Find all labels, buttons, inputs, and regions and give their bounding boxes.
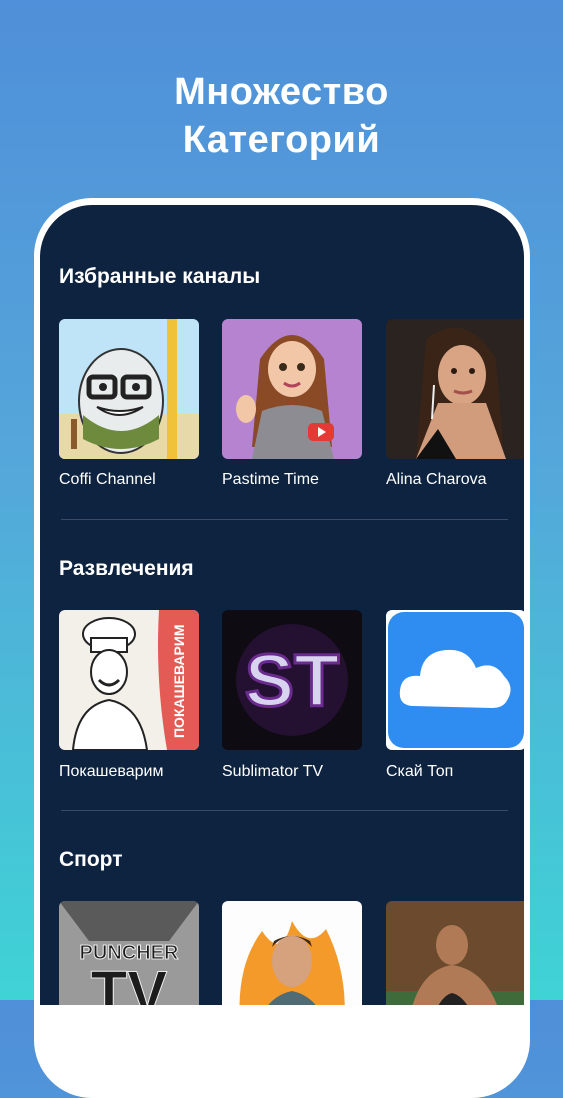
channel-thumb-gym[interactable] bbox=[386, 901, 524, 1005]
channel-name: Скай Топ bbox=[386, 763, 454, 780]
channel-thumb-coffi[interactable] bbox=[59, 319, 199, 459]
channel-name: Sublimator TV bbox=[222, 763, 324, 780]
channel-thumb-skaytop[interactable] bbox=[386, 610, 524, 750]
channel-name: Pastime Time bbox=[222, 471, 319, 488]
woman-portrait-photo bbox=[386, 319, 524, 459]
channel-thumb-alina[interactable] bbox=[386, 319, 524, 459]
channel-thumb-pokashevarim[interactable]: ПОКАШЕВАРИМ bbox=[59, 610, 199, 750]
channel-name: Coffi Channel bbox=[59, 471, 156, 488]
cloud-icon bbox=[388, 612, 524, 748]
headline-line-2: Категорий bbox=[182, 119, 381, 161]
puncher-tv-text: TV bbox=[91, 959, 168, 1005]
pokashevarim-badge-text: ПОКАШЕВАРИМ bbox=[171, 624, 187, 738]
bodybuilder-gym-photo bbox=[386, 901, 524, 1005]
channel-name: Alina Charova bbox=[386, 471, 487, 488]
channel-thumb-puncher[interactable]: PUNCHER TV bbox=[59, 901, 199, 1005]
puncher-tv-logo: PUNCHER TV bbox=[59, 901, 199, 1005]
section-title: Спорт bbox=[59, 848, 123, 871]
st-logo-text: ST bbox=[245, 639, 340, 722]
section-title: Развлечения bbox=[59, 557, 194, 580]
section-title: Избранные каналы bbox=[59, 265, 261, 288]
phone-screen: Избранные каналы Coffi Channel Pastime T… bbox=[40, 205, 524, 1005]
man-portrait-fire-photo bbox=[222, 901, 362, 1005]
headline: Множество Категорий bbox=[0, 68, 563, 164]
channel-thumb-sublimator[interactable]: ST bbox=[222, 610, 362, 750]
chef-sketch-icon: ПОКАШЕВАРИМ bbox=[59, 610, 199, 750]
section-divider bbox=[61, 810, 508, 811]
channel-name: Покашеварим bbox=[59, 763, 164, 780]
cartoon-coffee-cup-icon bbox=[59, 319, 199, 459]
st-logo-icon: ST bbox=[222, 610, 362, 750]
headline-line-1: Множество bbox=[174, 71, 389, 113]
channel-thumb-fire-portrait[interactable] bbox=[222, 901, 362, 1005]
cartoon-girl-youtube-icon bbox=[222, 319, 362, 459]
section-divider bbox=[61, 519, 508, 520]
channel-thumb-pastime[interactable] bbox=[222, 319, 362, 459]
